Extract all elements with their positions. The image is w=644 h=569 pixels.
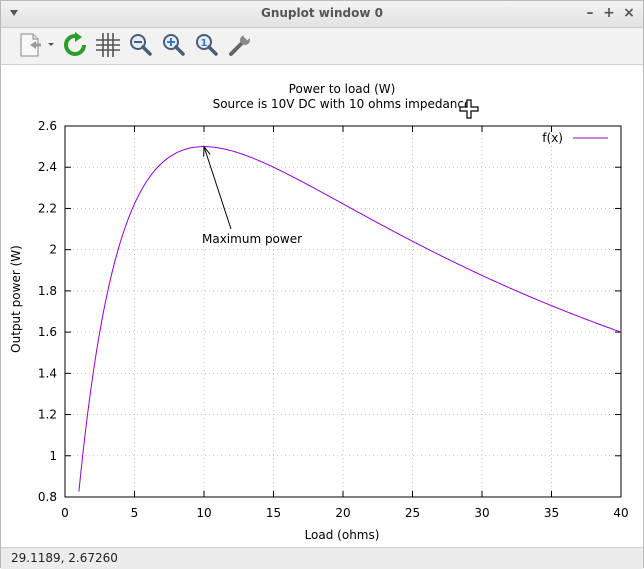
y-tick-labels: 0.8 1 1.2 1.4 1.6 1.8 2 2.2 2.4 2.6 xyxy=(38,119,57,504)
x-tick-label: 30 xyxy=(474,506,489,520)
zoom-out-button[interactable] xyxy=(126,30,156,60)
y-tick-label: 1 xyxy=(49,449,57,463)
plot-canvas[interactable]: 0 5 10 15 20 25 30 35 40 0.8 1 1.2 1.4 1.6 1.8 2 2.2 2.4… xyxy=(1,65,643,546)
annotation-label: Maximum power xyxy=(202,232,302,246)
maximize-button[interactable]: + xyxy=(601,5,617,21)
settings-button[interactable] xyxy=(225,30,255,60)
chart-title: Power to load (W) xyxy=(289,82,396,96)
y-tick-label: 1.2 xyxy=(38,408,57,422)
zoom-reset-icon: 1 xyxy=(194,32,220,58)
zoom-in-icon xyxy=(161,32,187,58)
x-tick-label: 0 xyxy=(61,506,69,520)
grid-lines xyxy=(65,126,621,497)
x-tick-label: 15 xyxy=(266,506,281,520)
zoom-out-icon xyxy=(128,32,154,58)
legend-label: f(x) xyxy=(542,131,563,145)
mouse-coordinates: 29.1189, 2.67260 xyxy=(11,551,118,565)
y-tick-label: 2.4 xyxy=(38,160,57,174)
svg-text:1: 1 xyxy=(201,38,208,49)
y-tick-label: 2.6 xyxy=(38,119,57,133)
y-tick-label: 2.2 xyxy=(38,201,57,215)
y-tick-label: 1.6 xyxy=(38,325,57,339)
settings-wrench-icon xyxy=(227,32,253,58)
x-tick-label: 25 xyxy=(405,506,420,520)
close-button[interactable]: × xyxy=(621,5,637,21)
x-tick-label: 35 xyxy=(544,506,559,520)
zoom-reset-button[interactable]: 1 xyxy=(192,30,222,60)
plot-border xyxy=(65,126,621,497)
plot-svg: 0 5 10 15 20 25 30 35 40 0.8 1 1.2 1.4 1.6 1.8 2 2.2 2.4… xyxy=(1,65,643,546)
replot-button[interactable] xyxy=(60,30,90,60)
zoom-in-button[interactable] xyxy=(159,30,189,60)
y-tick-label: 0.8 xyxy=(38,490,57,504)
x-tick-label: 5 xyxy=(131,506,139,520)
x-axis-label: Load (ohms) xyxy=(305,528,380,542)
window-title: Gnuplot window 0 xyxy=(1,6,643,20)
x-tick-labels: 0 5 10 15 20 25 30 35 40 xyxy=(61,506,628,520)
export-icon xyxy=(16,31,58,59)
y-tick-label: 1.8 xyxy=(38,284,57,298)
replot-icon xyxy=(62,32,88,58)
grid-icon xyxy=(95,32,121,58)
toolbar: 1 xyxy=(1,28,643,65)
series-line-fx xyxy=(79,147,621,492)
y-axis-label: Output power (W) xyxy=(9,245,23,353)
annotation-arrow xyxy=(204,147,231,229)
export-button[interactable] xyxy=(15,30,59,60)
chart-subtitle: Source is 10V DC with 10 ohms impedance xyxy=(213,97,472,111)
grid-button[interactable] xyxy=(93,30,123,60)
x-tick-label: 10 xyxy=(196,506,211,520)
minimize-button[interactable]: – xyxy=(582,5,598,21)
y-tick-label: 2 xyxy=(49,243,57,257)
y-tick-label: 1.4 xyxy=(38,366,57,380)
gnuplot-window: Gnuplot window 0 – + × xyxy=(0,0,644,568)
status-bar: 29.1189, 2.67260 xyxy=(1,547,643,569)
series-points xyxy=(79,147,621,492)
title-bar[interactable]: Gnuplot window 0 – + × xyxy=(1,1,643,28)
x-tick-label: 20 xyxy=(335,506,350,520)
axis-ticks xyxy=(65,126,621,497)
x-tick-label: 40 xyxy=(613,506,628,520)
